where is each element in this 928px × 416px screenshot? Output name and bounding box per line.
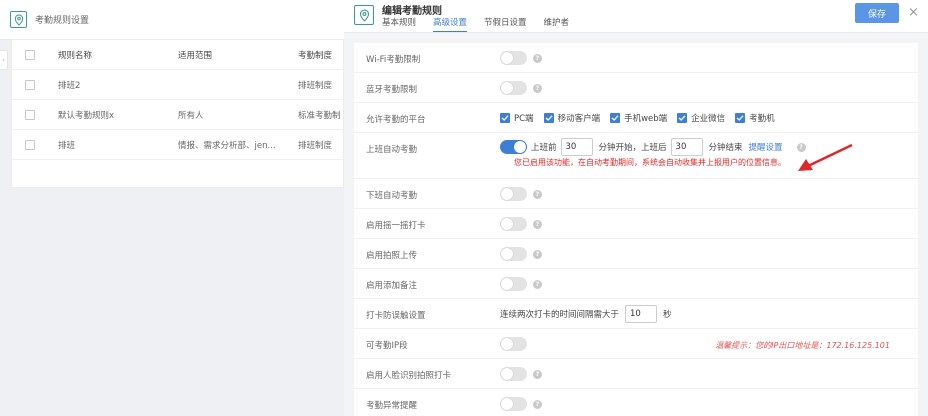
question-circle-icon[interactable]: ? [533,53,542,63]
setting-label: 启用添加备注 [366,281,418,291]
question-circle-icon[interactable]: ? [533,279,542,289]
setting-row-wifi: Wi-Fi考勤限制 ? [354,43,918,73]
before-work-text: 上班前 [531,143,557,153]
bluetooth-toggle[interactable] [500,81,527,95]
setting-label: 上班自动考勤 [366,145,418,155]
row-name: 默认考勤规则x [58,110,115,121]
end-text: 分钟结束 [708,143,743,153]
row-system: 排班制度 [298,80,333,91]
row-system: 标准考勤制 [298,110,341,121]
page-title: 考勤规则设置 [35,16,90,26]
after-minutes-input[interactable] [670,138,703,156]
setting-label: 下班自动考勤 [366,191,418,201]
platform-option-pc[interactable]: PC端 [500,112,534,124]
location-pin-icon [354,5,374,25]
ip-toggle[interactable] [500,337,527,351]
setting-label: 启用拍照上传 [366,251,418,261]
row-scope: 所有人 [178,110,204,121]
tab-advanced-settings[interactable]: 高级设置 [433,16,468,32]
table-row[interactable]: 排班2 排班制度 [12,70,345,100]
tab-maintainers[interactable]: 维护者 [544,16,570,32]
start-after-text: 分钟开始，上班后 [598,143,667,153]
table-header-system: 考勤制度 [298,50,333,61]
table-header-scope: 适用范围 [178,50,213,61]
before-minutes-input[interactable] [560,138,593,156]
auto-checkout-toggle[interactable] [500,187,527,201]
setting-row-ip: 可考勤IP段 温馨提示：您的IP出口地址是：172.16.125.101 [354,329,918,359]
remark-toggle[interactable] [500,277,527,291]
abnormal-toggle[interactable] [500,397,527,411]
setting-row-shake: 启用摇一摇打卡 ? [354,209,918,239]
row-system: 排班制度 [298,140,333,151]
table-row[interactable]: 排班 情报、需求分析部、jen... 排班制度 [12,130,345,160]
setting-label: 考勤异常提醒 [366,401,418,411]
checkbox-checked-icon[interactable] [610,113,621,123]
row-name: 排班2 [58,80,81,91]
row-checkbox[interactable] [25,79,35,90]
platform-option-wecom[interactable]: 企业微信 [677,112,725,124]
red-arrow-annotation-icon [798,143,853,171]
question-circle-icon[interactable]: ? [533,189,542,199]
drawer-tabs: 基本规则 高级设置 节假日设置 维护者 [382,16,586,32]
wifi-toggle[interactable] [500,51,527,65]
drawer-header: 编辑考勤规则 基本规则 高级设置 节假日设置 维护者 保存 × [344,0,928,33]
platform-option-mobile[interactable]: 移动客户端 [543,112,600,124]
question-circle-icon[interactable]: ? [533,399,542,409]
collapse-sidebar-button[interactable]: ‹ [0,50,8,70]
table-row[interactable]: 默认考勤规则x 所有人 标准考勤制 [12,100,345,130]
advanced-settings-panel: Wi-Fi考勤限制 ? 蓝牙考勤限制 ? 允许考勤的平台 PC端 移动客户端 手… [354,43,918,416]
checkbox-checked-icon[interactable] [500,113,510,123]
table-header-row: 规则名称 适用范围 考勤制度 [12,40,345,70]
tab-holiday-settings[interactable]: 节假日设置 [484,16,527,32]
checkbox-checked-icon[interactable] [677,113,688,123]
row-checkbox[interactable] [25,109,35,120]
edit-rule-drawer: 编辑考勤规则 基本规则 高级设置 节假日设置 维护者 保存 × Wi-Fi考勤限… [344,0,928,416]
setting-row-photo: 启用拍照上传 ? [354,239,918,269]
reminder-settings-link[interactable]: 提醒设置 [749,141,783,153]
ip-address-hint: 温馨提示：您的IP出口地址是：172.16.125.101 [715,341,890,350]
setting-row-face: 启用人脸识别拍照打卡 ? [354,359,918,389]
row-name: 排班 [58,140,76,151]
close-icon[interactable]: × [908,6,919,19]
table-header-name: 规则名称 [58,50,93,61]
interval-text: 连续两次打卡的时间间隔需大于 [500,310,620,320]
select-all-checkbox[interactable] [25,49,35,60]
setting-label: 允许考勤的平台 [366,115,426,125]
question-circle-icon[interactable]: ? [533,249,542,259]
setting-row-platform: 允许考勤的平台 PC端 移动客户端 手机web端 企业微信 考勤机 [354,103,918,133]
drawer-title: 编辑考勤规则 [382,6,442,17]
interval-seconds-input[interactable] [625,305,658,323]
setting-label: Wi-Fi考勤限制 [366,55,421,65]
setting-label: 启用摇一摇打卡 [366,221,426,231]
checkbox-checked-icon[interactable] [543,113,554,123]
checkbox-checked-icon[interactable] [735,113,746,123]
seconds-unit: 秒 [663,310,672,320]
setting-row-anti-mistake: 打卡防误触设置 连续两次打卡的时间间隔需大于 秒 [354,299,918,329]
setting-row-auto-checkout: 下班自动考勤 ? [354,179,918,209]
setting-row-bluetooth: 蓝牙考勤限制 ? [354,73,918,103]
setting-label: 蓝牙考勤限制 [366,85,418,95]
shake-toggle[interactable] [500,217,527,231]
tab-basic-rules[interactable]: 基本规则 [382,16,416,32]
auto-checkin-toggle[interactable] [500,140,527,154]
background-header: 考勤规则设置 [0,0,344,40]
question-circle-icon[interactable]: ? [533,83,542,93]
location-pin-icon [10,11,27,28]
face-toggle[interactable] [500,367,527,381]
setting-label: 可考勤IP段 [366,341,408,351]
platform-option-attendance-machine[interactable]: 考勤机 [735,112,775,124]
setting-row-remark: 启用添加备注 ? [354,269,918,299]
platform-option-mobile-web[interactable]: 手机web端 [610,112,667,124]
location-warning-text: 您已启用该功能，在自动考勤期间，系统会自动收集并上报用户的位置信息。 [514,158,786,167]
setting-label: 启用人脸识别拍照打卡 [366,371,452,381]
photo-toggle[interactable] [500,247,527,261]
row-scope: 情报、需求分析部、jen... [178,140,276,151]
rules-table: 规则名称 适用范围 考勤制度 排班2 排班制度 默认考勤规则x 所有人 标准考勤… [11,39,345,188]
save-button[interactable]: 保存 [855,3,899,23]
setting-label: 打卡防误触设置 [366,311,426,321]
question-circle-icon[interactable]: ? [533,219,542,229]
setting-row-abnormal: 考勤异常提醒 ? [354,389,918,416]
question-circle-icon[interactable]: ? [533,369,542,379]
row-checkbox[interactable] [25,139,35,150]
